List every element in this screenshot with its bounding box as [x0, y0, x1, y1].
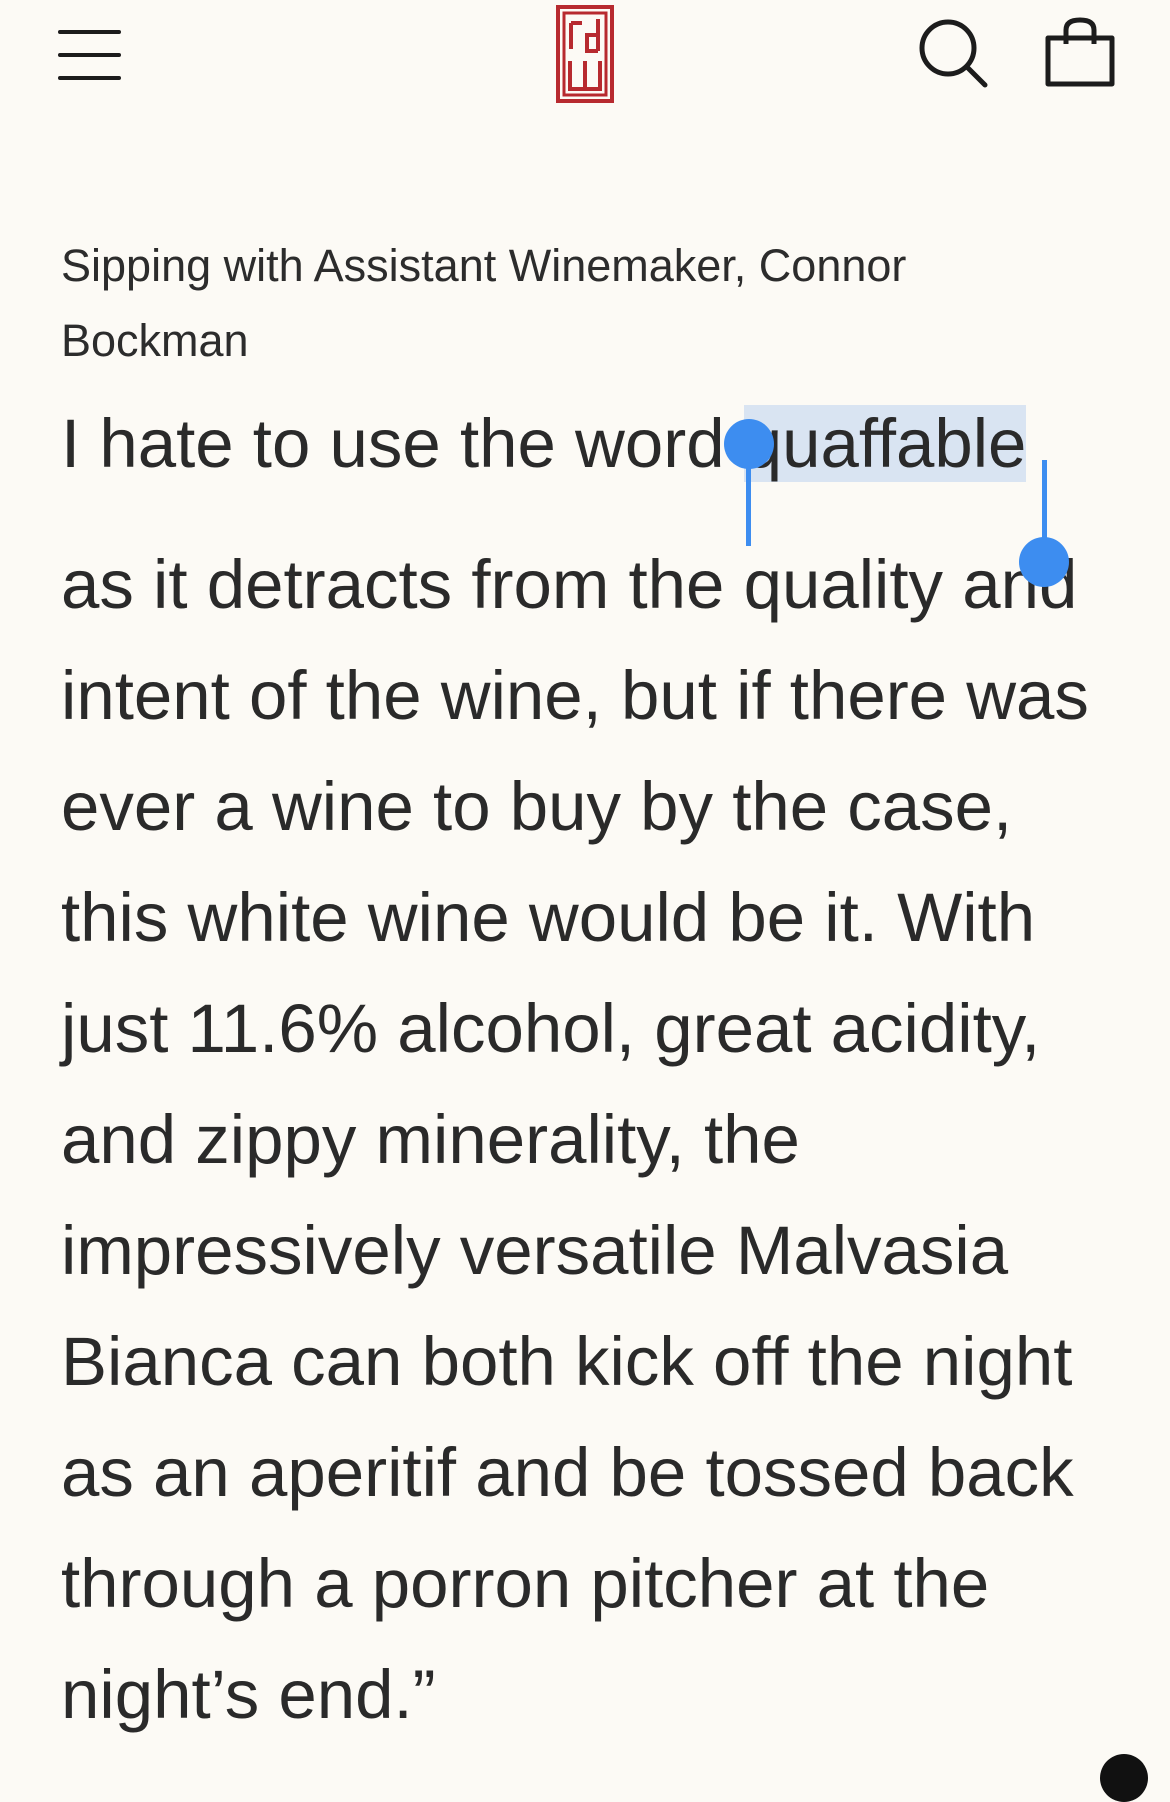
brand-logo[interactable]	[556, 5, 614, 103]
quote-text-segment: through a porron pitcher at the	[61, 1545, 990, 1622]
article-subtitle: Sipping with Assistant Winemaker, Connor…	[61, 228, 1061, 378]
quote-line: this white wine would be it. With	[61, 879, 1121, 1003]
quote-line: impressively versatile Malvasia	[61, 1212, 1121, 1336]
quote-text-segment: I hate to use the word	[61, 405, 744, 482]
quote-text-segment: just 11.6% alcohol, great acidity,	[61, 990, 1041, 1067]
quote-line: Bianca can both kick off the night	[61, 1323, 1121, 1447]
quote-text-segment: and zippy minerality, the	[61, 1101, 800, 1178]
subtitle-line: Bockman	[61, 315, 249, 366]
quote-text-segment: as it detracts from the quality and	[61, 546, 1078, 623]
quote-line: through a porron pitcher at the	[61, 1545, 1121, 1669]
quote-line: night’s end.”	[61, 1656, 1121, 1780]
quote-text[interactable]: I hate to use the word quaffable as it d…	[61, 405, 1121, 1780]
selection-start-handle[interactable]	[724, 419, 774, 469]
quote-text-segment: ever a wine to buy by the case,	[61, 768, 1013, 845]
floating-action-icon[interactable]	[1100, 1754, 1148, 1802]
subtitle-line: Sipping with Assistant Winemaker, Connor	[61, 240, 907, 291]
quote-line: just 11.6% alcohol, great acidity,	[61, 990, 1121, 1114]
quote-text-segment: Bianca can both kick off the night	[61, 1323, 1073, 1400]
search-button[interactable]	[918, 18, 990, 90]
quote-text-segment: as an aperitif and be tossed back	[61, 1434, 1074, 1511]
selected-text[interactable]: quaffable	[743, 405, 1027, 482]
quote-line: as an aperitif and be tossed back	[61, 1434, 1121, 1558]
quote-text-segment: night’s end.”	[61, 1656, 436, 1733]
quote-line: ever a wine to buy by the case,	[61, 768, 1121, 892]
quote-line: as it detracts from the quality and	[61, 546, 1121, 670]
brand-logo-icon	[556, 5, 614, 103]
quote-line: and zippy minerality, the	[61, 1101, 1121, 1225]
selection-end-handle[interactable]	[1019, 537, 1069, 587]
quote-line: intent of the wine, but if there was	[61, 657, 1121, 781]
menu-button[interactable]	[58, 30, 122, 80]
quote-text-segment: intent of the wine, but if there was	[61, 657, 1089, 734]
shopping-bag-icon	[1045, 17, 1115, 87]
selection-end-caret	[1042, 460, 1047, 548]
quote-text-segment: this white wine would be it. With	[61, 879, 1036, 956]
quote-line: I hate to use the word quaffable	[61, 405, 1121, 559]
cart-button[interactable]	[1042, 16, 1118, 90]
quote-text-segment: impressively versatile Malvasia	[61, 1212, 1009, 1289]
search-icon	[919, 19, 988, 88]
site-header	[0, 0, 1170, 140]
